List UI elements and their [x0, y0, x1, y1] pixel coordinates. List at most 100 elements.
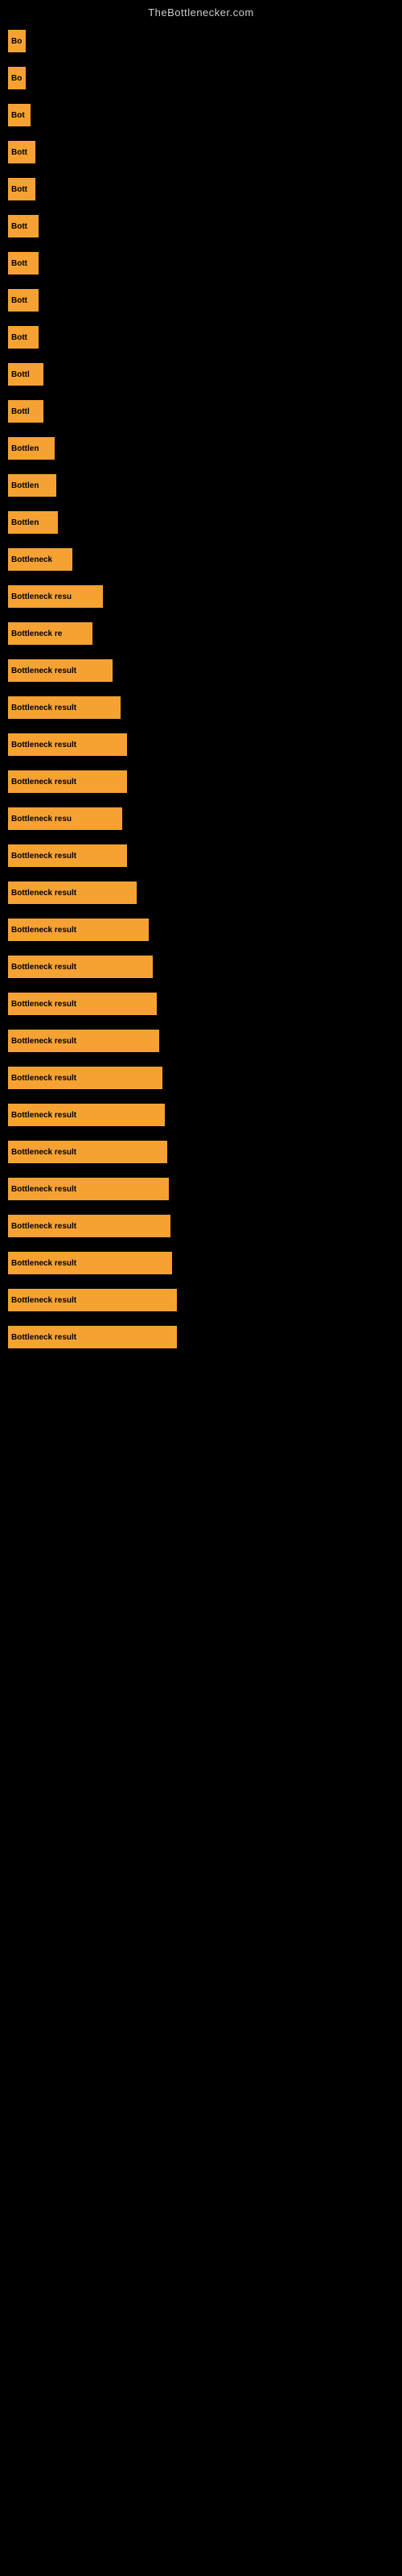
- bar-label: Bottleneck result: [11, 889, 76, 898]
- bar-label: Bottleneck: [11, 555, 52, 564]
- bottleneck-bar: Bottleneck result: [8, 1215, 170, 1237]
- bar-row: Bottleneck result: [8, 956, 402, 978]
- bar-label: Bott: [11, 259, 27, 268]
- bar-row: Bottleneck result: [8, 1067, 402, 1089]
- bottleneck-bar: Bottlen: [8, 511, 58, 534]
- bottleneck-bar: Bottleneck result: [8, 919, 149, 941]
- bar-row: Bottleneck result: [8, 993, 402, 1015]
- bar-row: Bottleneck re: [8, 622, 402, 645]
- bottleneck-bar: Bottleneck result: [8, 1067, 162, 1089]
- bar-label: Bottleneck resu: [11, 815, 72, 824]
- bar-label: Bottleneck result: [11, 704, 76, 712]
- bar-label: Bott: [11, 148, 27, 157]
- bottleneck-bar: Bottleneck result: [8, 1289, 177, 1311]
- bar-label: Bot: [11, 111, 25, 120]
- bar-label: Bottleneck result: [11, 778, 76, 786]
- bottleneck-bar: Bottl: [8, 400, 43, 423]
- bottleneck-bar: Bottleneck result: [8, 1141, 167, 1163]
- bar-label: Bottleneck result: [11, 1074, 76, 1083]
- bottleneck-bar: Bottleneck result: [8, 1104, 165, 1126]
- bottleneck-bar: Bo: [8, 30, 26, 52]
- site-title: TheBottlenecker.com: [0, 0, 402, 22]
- bottleneck-bar: Bottleneck result: [8, 1178, 169, 1200]
- bar-row: Bottleneck resu: [8, 585, 402, 608]
- bottleneck-bar: Bott: [8, 252, 39, 275]
- bar-label: Bottleneck result: [11, 963, 76, 972]
- bar-row: Bottlen: [8, 437, 402, 460]
- bar-row: Bottl: [8, 363, 402, 386]
- bottleneck-bar: Bottleneck result: [8, 1252, 172, 1274]
- bar-row: Bottleneck result: [8, 1141, 402, 1163]
- bar-row: Bottleneck result: [8, 1178, 402, 1200]
- bar-label: Bottl: [11, 407, 30, 416]
- bar-row: Bottlen: [8, 474, 402, 497]
- bottleneck-bar: Bottleneck resu: [8, 585, 103, 608]
- bar-label: Bottleneck result: [11, 852, 76, 861]
- bar-row: Bottl: [8, 400, 402, 423]
- bottleneck-bar: Bottleneck result: [8, 956, 153, 978]
- bar-row: Bottleneck result: [8, 696, 402, 719]
- bar-row: Bot: [8, 104, 402, 126]
- bottleneck-bar: Bott: [8, 289, 39, 312]
- bar-label: Bottlen: [11, 481, 39, 490]
- bar-row: Bottleneck result: [8, 919, 402, 941]
- bar-label: Bottleneck result: [11, 926, 76, 935]
- bar-row: Bottleneck result: [8, 1326, 402, 1348]
- bar-label: Bottleneck result: [11, 1185, 76, 1194]
- bottleneck-bar: Bottleneck result: [8, 1326, 177, 1348]
- bar-label: Bottleneck result: [11, 1259, 76, 1268]
- bar-row: Bottleneck result: [8, 770, 402, 793]
- bar-row: Bottleneck result: [8, 1215, 402, 1237]
- bottleneck-bar: Bottleneck result: [8, 770, 127, 793]
- bar-label: Bottleneck result: [11, 1296, 76, 1305]
- bottleneck-bar: Bott: [8, 215, 39, 237]
- bar-label: Bottleneck result: [11, 1111, 76, 1120]
- bar-row: Bottleneck result: [8, 1030, 402, 1052]
- bar-row: Bott: [8, 326, 402, 349]
- bar-row: Bottleneck: [8, 548, 402, 571]
- bar-row: Bo: [8, 30, 402, 52]
- bar-label: Bott: [11, 222, 27, 231]
- bottleneck-bar: Bottleneck result: [8, 844, 127, 867]
- bar-label: Bo: [11, 74, 22, 83]
- bar-row: Bott: [8, 141, 402, 163]
- bottleneck-bar: Bottlen: [8, 474, 56, 497]
- bar-label: Bottleneck result: [11, 1333, 76, 1342]
- bar-row: Bott: [8, 178, 402, 200]
- bar-label: Bottlen: [11, 518, 39, 527]
- bar-row: Bott: [8, 215, 402, 237]
- bar-row: Bo: [8, 67, 402, 89]
- bar-label: Bottleneck result: [11, 741, 76, 749]
- bar-row: Bottleneck result: [8, 733, 402, 756]
- bar-row: Bottleneck result: [8, 881, 402, 904]
- bottleneck-bar: Bottleneck re: [8, 622, 92, 645]
- bottleneck-bar: Bo: [8, 67, 26, 89]
- bar-row: Bottleneck result: [8, 1104, 402, 1126]
- bar-label: Bottleneck result: [11, 667, 76, 675]
- bar-row: Bottleneck result: [8, 1252, 402, 1274]
- bottleneck-bar: Bott: [8, 178, 35, 200]
- bottleneck-bar: Bottleneck: [8, 548, 72, 571]
- bottleneck-bar: Bottleneck result: [8, 993, 157, 1015]
- bar-row: Bottleneck result: [8, 844, 402, 867]
- bottleneck-bar: Bottleneck result: [8, 733, 127, 756]
- bar-row: Bottleneck resu: [8, 807, 402, 830]
- bar-label: Bo: [11, 37, 22, 46]
- bottleneck-bar: Bottl: [8, 363, 43, 386]
- bar-label: Bottleneck resu: [11, 592, 72, 601]
- bar-row: Bottlen: [8, 511, 402, 534]
- bar-label: Bottl: [11, 370, 30, 379]
- bottleneck-bar: Bottleneck result: [8, 881, 137, 904]
- bottleneck-bar: Bottleneck result: [8, 1030, 159, 1052]
- bar-label: Bott: [11, 333, 27, 342]
- bottleneck-bar: Bottleneck resu: [8, 807, 122, 830]
- bar-row: Bott: [8, 252, 402, 275]
- bar-row: Bottleneck result: [8, 659, 402, 682]
- bar-label: Bott: [11, 296, 27, 305]
- bars-container: Bo Bo Bot Bott Bott Bott Bott Bott Bott Bottl Bott…: [0, 22, 402, 1363]
- bar-label: Bottleneck result: [11, 1037, 76, 1046]
- bottleneck-bar: Bottleneck result: [8, 696, 121, 719]
- bar-label: Bottlen: [11, 444, 39, 453]
- bottleneck-bar: Bott: [8, 141, 35, 163]
- bar-label: Bottleneck result: [11, 1222, 76, 1231]
